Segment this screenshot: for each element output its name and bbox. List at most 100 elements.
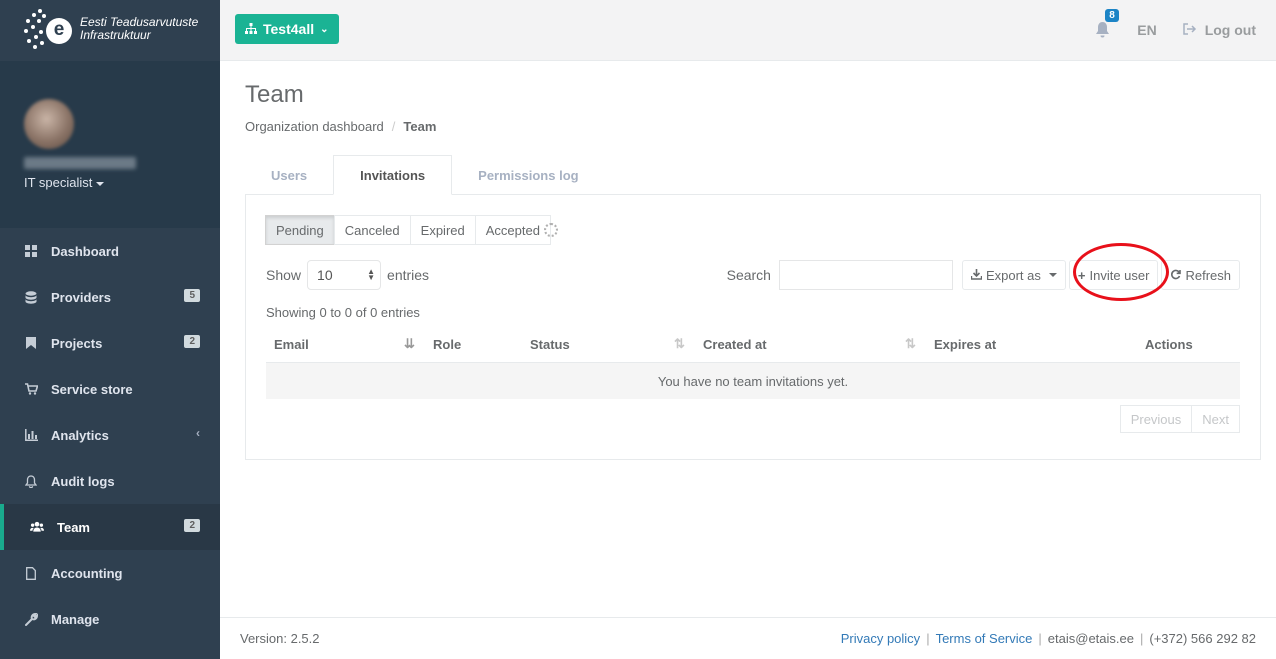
user-role-label: IT specialist bbox=[24, 175, 93, 190]
footer-separator: | bbox=[926, 631, 930, 646]
tabs: Users Invitations Permissions log bbox=[245, 155, 605, 195]
file-icon bbox=[24, 566, 38, 580]
users-icon bbox=[30, 520, 44, 534]
show-label: Show bbox=[266, 267, 302, 283]
chevron-left-icon: ‹ bbox=[196, 426, 200, 440]
brand-name-line1: Eesti Teadusarvutuste bbox=[80, 14, 199, 29]
sort-both-icon: ⇅ bbox=[905, 336, 916, 351]
filter-expired-button[interactable]: Expired bbox=[409, 215, 476, 245]
entries-length-control: Show 10 ▲ ▼ entries bbox=[266, 260, 429, 290]
topbar-right: 8 EN Log out bbox=[1095, 0, 1256, 60]
filter-pending-button[interactable]: Pending bbox=[265, 215, 335, 245]
search-label: Search bbox=[726, 267, 771, 283]
invitations-table: Email ⇊ Role Status ⇅ Created at ⇅ Expir… bbox=[266, 327, 1240, 399]
refresh-icon bbox=[1170, 268, 1182, 283]
topbar: Test4all ⌄ 8 EN Log out bbox=[220, 0, 1276, 61]
sidebar-item-analytics[interactable]: Analytics ‹ bbox=[0, 412, 220, 458]
breadcrumb-separator: / bbox=[391, 119, 396, 134]
sidebar-item-manage[interactable]: Manage bbox=[0, 596, 220, 642]
entries-select-value: 10 bbox=[317, 267, 333, 283]
logout-label: Log out bbox=[1204, 22, 1256, 38]
table-info: Showing 0 to 0 of 0 entries bbox=[266, 305, 420, 320]
sidebar-item-accounting[interactable]: Accounting bbox=[0, 550, 220, 596]
user-profile: IT specialist bbox=[0, 61, 220, 228]
database-icon bbox=[24, 290, 38, 304]
sidebar-item-label: Audit logs bbox=[51, 473, 115, 489]
brand-name: Eesti Teadusarvutuste Infrastruktuur bbox=[80, 14, 199, 42]
sidebar-item-projects[interactable]: Projects 2 bbox=[0, 320, 220, 366]
sidebar-item-label: Providers bbox=[51, 289, 111, 305]
sidebar-item-label: Projects bbox=[51, 335, 103, 351]
sidebar-item-label: Analytics bbox=[51, 427, 109, 443]
sidebar-item-label: Dashboard bbox=[51, 243, 119, 259]
organization-selector-button[interactable]: Test4all ⌄ bbox=[235, 14, 339, 44]
th-large-icon bbox=[24, 244, 38, 258]
shopping-cart-icon bbox=[24, 382, 38, 396]
sidebar-item-label: Manage bbox=[51, 611, 100, 627]
sidebar-item-service-store[interactable]: Service store bbox=[0, 366, 220, 412]
sort-desc-icon: ⇊ bbox=[404, 336, 415, 351]
sidebar-nav: Dashboard Providers 5 Projects 2 Service… bbox=[0, 228, 220, 642]
team-count-badge: 2 bbox=[184, 519, 200, 532]
tab-invitations[interactable]: Invitations bbox=[333, 155, 453, 195]
breadcrumb-current: Team bbox=[403, 119, 437, 134]
footer: Version: 2.5.2 Privacy policy | Terms of… bbox=[220, 617, 1276, 659]
pagination: Previous Next bbox=[1119, 405, 1240, 433]
download-icon bbox=[970, 268, 983, 283]
bell-outline-icon bbox=[24, 474, 38, 488]
entries-select[interactable]: 10 ▲ ▼ bbox=[307, 260, 382, 290]
contact-email: etais@etais.ee bbox=[1047, 631, 1134, 646]
logout-button[interactable]: Log out bbox=[1182, 22, 1256, 38]
privacy-policy-link[interactable]: Privacy policy bbox=[841, 631, 920, 646]
terms-of-service-link[interactable]: Terms of Service bbox=[936, 631, 1033, 646]
projects-count-badge: 2 bbox=[184, 335, 200, 348]
sidebar-item-label: Service store bbox=[51, 381, 133, 397]
status-filter-group: Pending Canceled Expired Accepted bbox=[265, 215, 551, 245]
pagination-next-button[interactable]: Next bbox=[1191, 405, 1240, 433]
sidebar-item-providers[interactable]: Providers 5 bbox=[0, 274, 220, 320]
filter-accepted-button[interactable]: Accepted bbox=[474, 215, 551, 245]
pagination-previous-button[interactable]: Previous bbox=[1119, 405, 1193, 433]
column-header-expires-at[interactable]: Expires at bbox=[934, 337, 996, 352]
sidebar-item-dashboard[interactable]: Dashboard bbox=[0, 228, 220, 274]
brand[interactable]: e Eesti Teadusarvutuste Infrastruktuur bbox=[0, 0, 220, 61]
caret-down-icon bbox=[96, 181, 105, 186]
sidebar-item-audit-logs[interactable]: Audit logs bbox=[0, 458, 220, 504]
column-header-role[interactable]: Role bbox=[433, 337, 461, 352]
tab-permissions-log[interactable]: Permissions log bbox=[452, 155, 604, 195]
tab-users[interactable]: Users bbox=[245, 155, 333, 195]
wrench-icon bbox=[24, 612, 38, 626]
search-input[interactable] bbox=[778, 260, 953, 290]
notifications-button[interactable]: 8 bbox=[1095, 9, 1119, 39]
breadcrumb-organization-dashboard[interactable]: Organization dashboard bbox=[245, 119, 384, 134]
language-selector[interactable]: EN bbox=[1137, 22, 1156, 38]
brand-name-line2: Infrastruktuur bbox=[80, 27, 151, 42]
filter-canceled-button[interactable]: Canceled bbox=[333, 215, 411, 245]
caret-down-icon bbox=[1048, 273, 1057, 277]
invite-user-highlight-circle bbox=[1073, 243, 1169, 301]
sitemap-icon bbox=[245, 21, 257, 37]
providers-count-badge: 5 bbox=[184, 289, 200, 302]
sidebar-item-label: Accounting bbox=[51, 565, 123, 581]
user-role-dropdown[interactable]: IT specialist bbox=[24, 175, 196, 190]
footer-separator: | bbox=[1038, 631, 1042, 646]
invitations-panel: Pending Canceled Expired Accepted Show 1… bbox=[245, 194, 1261, 460]
footer-separator: | bbox=[1139, 631, 1144, 646]
footer-links: Privacy policy | Terms of Service | etai… bbox=[841, 631, 1256, 646]
column-header-status[interactable]: Status bbox=[530, 337, 570, 352]
breadcrumb: Organization dashboard / Team bbox=[245, 119, 436, 134]
sidebar-item-team[interactable]: Team 2 bbox=[0, 504, 220, 550]
export-button[interactable]: Export as bbox=[961, 260, 1066, 290]
version-text: Version: 2.5.2 bbox=[240, 631, 320, 646]
brand-logo: e bbox=[24, 8, 72, 53]
table-header: Email ⇊ Role Status ⇅ Created at ⇅ Expir… bbox=[266, 327, 1240, 363]
sidebar: e Eesti Teadusarvutuste Infrastruktuur I… bbox=[0, 0, 220, 659]
column-header-email[interactable]: Email bbox=[274, 337, 309, 352]
entries-label: entries bbox=[387, 267, 430, 283]
sort-both-icon: ⇅ bbox=[674, 336, 685, 351]
sign-out-icon bbox=[1182, 22, 1197, 38]
main-content: Team Organization dashboard / Team Users I… bbox=[220, 61, 1276, 617]
avatar[interactable] bbox=[24, 99, 74, 149]
column-header-created-at[interactable]: Created at bbox=[703, 337, 767, 352]
refresh-button[interactable]: Refresh bbox=[1161, 260, 1240, 290]
